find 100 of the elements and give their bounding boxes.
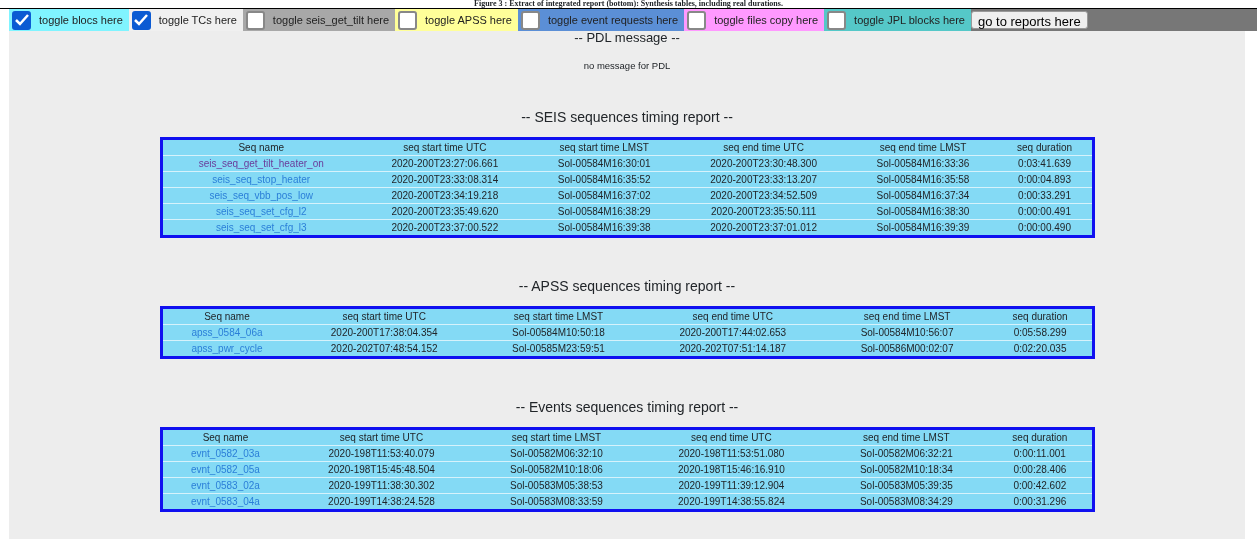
- column-header: seq start time UTC: [288, 428, 475, 446]
- column-header: seq start time LMST: [529, 138, 679, 156]
- column-header: Seq name: [161, 428, 289, 446]
- checkbox[interactable]: [520, 10, 540, 30]
- table-cell: Sol-00583M08:34:29: [824, 493, 989, 511]
- table-cell: 0:00:31.296: [988, 493, 1093, 511]
- column-header: seq duration: [988, 307, 1093, 325]
- table-cell: Sol-00584M16:37:34: [848, 187, 998, 204]
- table-cell: 2020-198T15:45:48.504: [288, 461, 475, 478]
- table-cell: 0:00:00.490: [997, 219, 1093, 237]
- table-cell: Sol-00582M06:32:21: [824, 445, 989, 462]
- table-cell: 2020-200T23:34:52.509: [678, 187, 849, 204]
- column-header: seq end time LMST: [824, 428, 989, 446]
- section-title: -- APSS sequences timing report --: [517, 277, 737, 297]
- column-header: seq end time UTC: [678, 138, 849, 156]
- checkbox[interactable]: [687, 10, 707, 30]
- table-cell: Sol-00584M16:37:02: [529, 187, 679, 204]
- table-cell: 2020-200T23:30:48.300: [678, 155, 849, 172]
- table-cell: Sol-00586M00:02:07: [825, 340, 989, 358]
- table-cell: Sol-00584M10:56:07: [825, 324, 989, 341]
- sequence-link[interactable]: evnt_0582_03a: [190, 448, 260, 460]
- table-cell: 2020-200T17:44:02.653: [640, 324, 826, 341]
- column-header: seq start time LMST: [474, 428, 639, 446]
- table-cell: 2020-198T15:46:16.910: [638, 461, 825, 478]
- toggle-label: toggle blocs here: [39, 12, 123, 28]
- table-cell: 2020-199T11:39:12.904: [638, 477, 825, 494]
- sequence-link[interactable]: evnt_0583_04a: [190, 496, 260, 508]
- table-cell: Sol-00584M16:39:38: [529, 219, 679, 237]
- table-cell: 2020-198T11:53:51.080: [638, 445, 825, 462]
- table-cell: 0:00:11.001: [988, 445, 1093, 462]
- table-cell: 2020-202T07:51:14.187: [640, 340, 826, 358]
- column-header: seq start time UTC: [291, 307, 477, 325]
- table-cell: 0:05:58.299: [988, 324, 1093, 341]
- table-cell: Sol-00584M16:30:01: [529, 155, 679, 172]
- reports-button[interactable]: go to reports here: [971, 11, 1088, 29]
- checkbox[interactable]: [398, 10, 418, 30]
- toggle-label: toggle seis_get_tilt here: [272, 12, 390, 28]
- sequence-link[interactable]: seis_seq_vbb_pos_low: [209, 190, 313, 202]
- table-cell: 2020-199T14:38:24.528: [288, 493, 475, 511]
- column-header: seq end time LMST: [825, 307, 989, 325]
- sequence-link[interactable]: seis_seq_get_tilt_heater_on: [198, 158, 324, 170]
- table-cell: 0:00:04.893: [997, 171, 1093, 188]
- checkbox[interactable]: [245, 10, 265, 30]
- table-cell: 0:00:00.491: [997, 203, 1093, 220]
- table-cell: 0:00:28.406: [988, 461, 1093, 478]
- table-cell: Sol-00584M10:50:18: [476, 324, 640, 341]
- column-header: seq end time UTC: [640, 307, 826, 325]
- table-cell: 0:00:42.602: [988, 477, 1093, 494]
- table-cell: Sol-00582M10:18:34: [824, 461, 989, 478]
- toggle-label: toggle APSS here: [425, 12, 512, 28]
- table-cell: 2020-200T23:35:49.620: [360, 203, 530, 220]
- message-text: no message for PDL: [582, 59, 672, 73]
- sequence-link[interactable]: evnt_0582_05a: [190, 464, 260, 476]
- sequence-link[interactable]: seis_seq_stop_heater: [212, 174, 311, 186]
- table-cell: Sol-00583M05:38:53: [474, 477, 639, 494]
- toggle-label: toggle TCs here: [158, 12, 237, 28]
- table-cell: 2020-200T23:35:50.111: [678, 203, 849, 220]
- table-cell: 2020-200T23:27:06.661: [360, 155, 530, 172]
- sequence-link[interactable]: apss_pwr_cycle: [191, 343, 263, 355]
- table-cell: 0:00:33.291: [997, 187, 1093, 204]
- sequence-link[interactable]: apss_0584_06a: [191, 327, 263, 339]
- table-cell: Sol-00584M16:38:30: [848, 203, 998, 220]
- section-title: -- SEIS sequences timing report --: [520, 108, 734, 128]
- sequence-link[interactable]: evnt_0583_02a: [190, 480, 260, 492]
- sequence-link[interactable]: seis_seq_set_cfg_l2: [215, 206, 307, 218]
- table-cell: 2020-200T23:37:01.012: [678, 219, 849, 237]
- column-header: seq end time UTC: [638, 428, 825, 446]
- sequence-link[interactable]: seis_seq_set_cfg_l3: [215, 222, 307, 234]
- table-cell: Sol-00584M16:35:58: [848, 171, 998, 188]
- table-cell: 2020-202T07:48:54.152: [291, 340, 477, 358]
- table-cell: Sol-00584M16:33:36: [848, 155, 998, 172]
- column-header: seq end time LMST: [848, 138, 998, 156]
- toggle-label: toggle JPL blocks here: [854, 12, 965, 28]
- column-header: Seq name: [161, 138, 360, 156]
- checkbox[interactable]: [131, 10, 151, 30]
- table-cell: 2020-200T17:38:04.354: [291, 324, 477, 341]
- table-cell: 2020-199T11:38:30.302: [288, 477, 475, 494]
- table-cell: 2020-199T14:38:55.824: [638, 493, 825, 511]
- table-cell: Sol-00584M16:39:39: [848, 219, 998, 237]
- section-title: -- PDL message --: [573, 31, 681, 45]
- column-header: Seq name: [161, 307, 292, 325]
- table-cell: 0:02:20.035: [988, 340, 1093, 358]
- toggle-label: toggle files copy here: [714, 12, 819, 28]
- table-cell: 2020-200T23:34:19.218: [360, 187, 530, 204]
- column-header: seq start time UTC: [360, 138, 530, 156]
- column-header: seq duration: [988, 428, 1093, 446]
- checkbox[interactable]: [827, 10, 847, 30]
- table-cell: 0:03:41.639: [997, 155, 1093, 172]
- table-cell: Sol-00582M06:32:10: [474, 445, 639, 462]
- toggle-label: toggle event requests here: [547, 12, 679, 28]
- section-title: -- Events sequences timing report --: [514, 398, 740, 418]
- checkbox[interactable]: [12, 10, 31, 30]
- table-cell: 2020-200T23:37:00.522: [360, 219, 530, 237]
- table-cell: Sol-00583M08:33:59: [474, 493, 639, 511]
- table-cell: Sol-00584M16:38:29: [529, 203, 679, 220]
- table-cell: 2020-200T23:33:08.314: [360, 171, 530, 188]
- table-cell: Sol-00584M16:35:52: [529, 171, 679, 188]
- table-cell: Sol-00582M10:18:06: [474, 461, 639, 478]
- table-cell: 2020-198T11:53:40.079: [288, 445, 475, 462]
- table-cell: 2020-200T23:33:13.207: [678, 171, 849, 188]
